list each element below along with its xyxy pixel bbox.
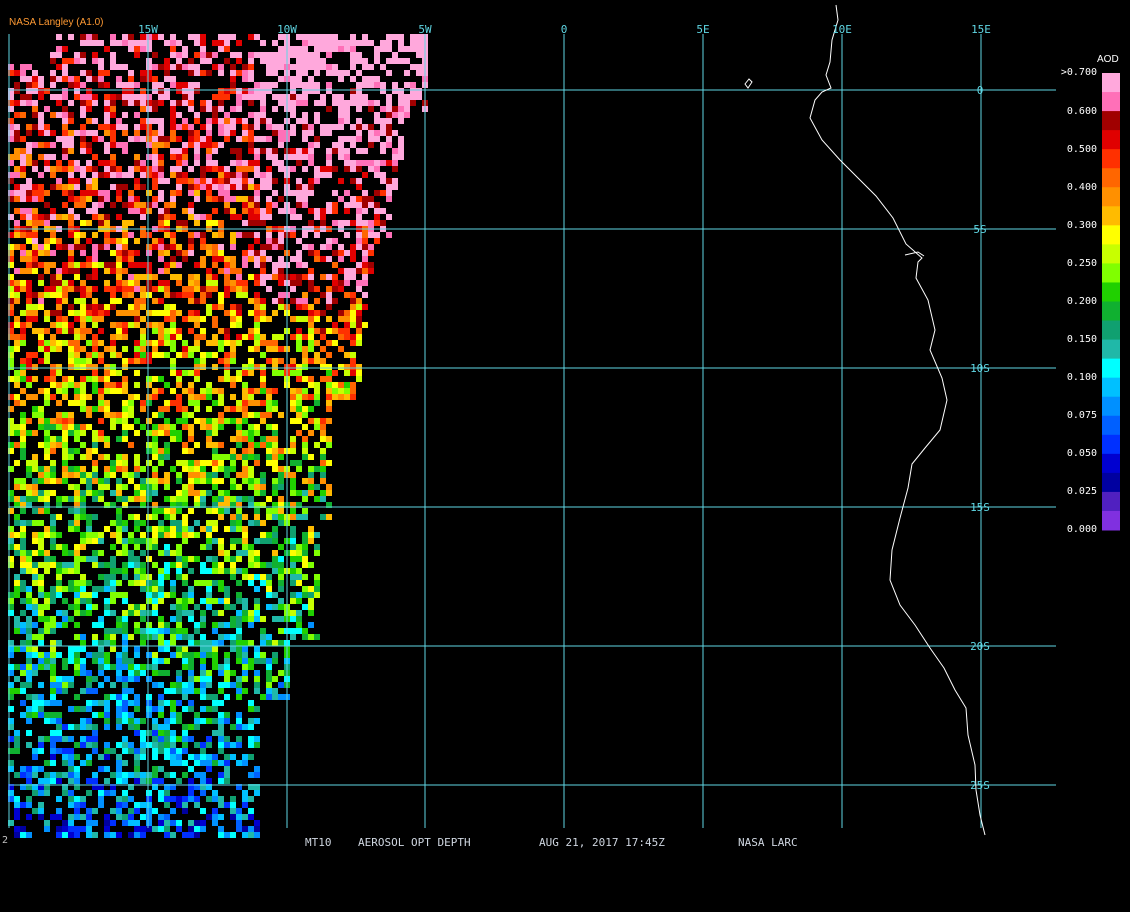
color-scale-swatch xyxy=(1102,282,1120,302)
color-scale-swatch xyxy=(1102,472,1120,493)
longitude-label: 5W xyxy=(418,23,432,36)
color-scale-swatch xyxy=(1102,111,1120,131)
footer-datetime: AUG 21, 2017 17:45Z xyxy=(539,836,665,849)
color-scale-swatch xyxy=(1102,491,1120,512)
latitude-label: 10S xyxy=(970,362,990,375)
legend-tick-label: 0.250 xyxy=(1066,258,1097,269)
legend-tick-label: 0.400 xyxy=(1066,182,1097,193)
color-scale-swatch xyxy=(1102,377,1120,398)
credit-label: NASA Langley (A1.0) xyxy=(9,17,104,28)
color-scale-swatch xyxy=(1102,149,1120,169)
aod-color-scale xyxy=(1102,73,1120,531)
footer-corner-label: 2 xyxy=(2,835,9,846)
legend-tick-label: 0.025 xyxy=(1066,486,1097,497)
bioko-island xyxy=(744,78,753,89)
latitude-label: 25S xyxy=(970,779,990,792)
color-scale-swatch xyxy=(1102,301,1120,322)
legend-tick-label: 0.300 xyxy=(1066,220,1097,231)
color-scale-swatch xyxy=(1102,130,1120,150)
color-scale-swatch xyxy=(1102,263,1120,283)
legend-tick-label: 0.500 xyxy=(1066,144,1097,155)
color-scale-swatch xyxy=(1102,73,1120,93)
color-scale-swatch xyxy=(1102,434,1120,455)
coastline-inlet xyxy=(904,251,925,257)
color-scale-swatch xyxy=(1102,396,1120,417)
latitude-labels: 0 5S 10S 15S 20S 25S xyxy=(970,84,990,792)
color-scale-swatch xyxy=(1102,187,1120,207)
color-scale-swatch xyxy=(1102,453,1120,474)
legend-tick-label: 0.150 xyxy=(1066,334,1097,345)
color-scale-swatch xyxy=(1102,225,1120,245)
latitude-label: 15S xyxy=(970,501,990,514)
color-scale-swatch xyxy=(1102,320,1120,341)
legend-tick-label: 0.075 xyxy=(1066,410,1097,421)
latitude-label: 20S xyxy=(970,640,990,653)
latitude-label: 0 xyxy=(977,84,984,97)
legend-title: AOD xyxy=(1097,54,1119,65)
legend-tick-label: 0.000 xyxy=(1066,524,1097,535)
longitude-labels: 15W 10W 5W 0 5E 10E 15E xyxy=(138,23,991,36)
color-scale-swatch xyxy=(1102,358,1120,379)
footer-bar: 2 MT10 AEROSOL OPT DEPTH AUG 21, 2017 17… xyxy=(0,834,1130,850)
aod-satellite-swath xyxy=(8,34,428,838)
color-scale-swatch xyxy=(1102,339,1120,360)
color-scale-swatch xyxy=(1102,510,1120,531)
africa-coastline xyxy=(809,4,986,836)
legend-tick-label: 0.100 xyxy=(1066,372,1097,383)
aod-map: 15W 10W 5W 0 5E 10E 15E 0 5S 10S 15S 20S 25S xyxy=(8,4,1120,838)
longitude-label: 15W xyxy=(138,23,158,36)
color-scale-swatch xyxy=(1102,206,1120,226)
longitude-label: 10W xyxy=(277,23,297,36)
legend-tick-label: 0.600 xyxy=(1066,106,1097,117)
legend-tick-label: 0.050 xyxy=(1066,448,1097,459)
color-scale-swatch xyxy=(1102,92,1120,112)
color-scale-swatch xyxy=(1102,168,1120,188)
footer-source: NASA LARC xyxy=(738,836,798,849)
longitude-label: 0 xyxy=(561,23,568,36)
latitude-label: 5S xyxy=(973,223,986,236)
color-scale-swatch xyxy=(1102,244,1120,264)
color-scale-swatch xyxy=(1102,415,1120,436)
footer-product: MT10 xyxy=(305,836,332,849)
footer-title: AEROSOL OPT DEPTH xyxy=(358,836,471,849)
longitude-label: 5E xyxy=(696,23,709,36)
longitude-label: 10E xyxy=(832,23,852,36)
legend-tick-label: >0.700 xyxy=(1060,67,1097,78)
longitude-label: 15E xyxy=(971,23,991,36)
legend-tick-label: 0.200 xyxy=(1066,296,1097,307)
